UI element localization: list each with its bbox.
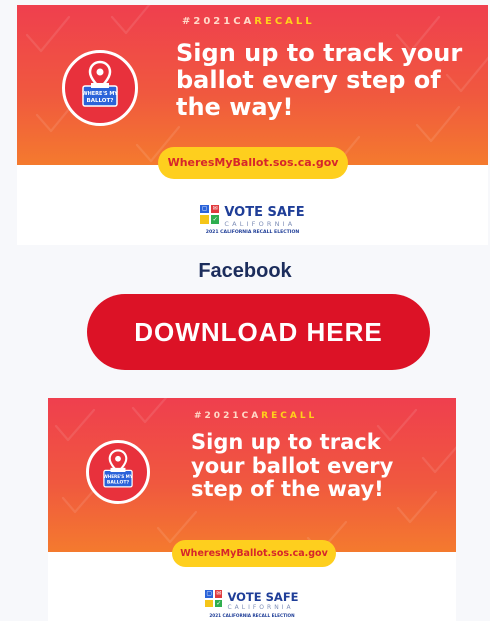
vote-safe-logo: ▢ ✉ ✓ VOTE SAFE CALIFORNIA 2021 CALIFORNI… — [48, 580, 456, 618]
logo-text-line-2: BALLOT? — [87, 98, 114, 104]
download-button[interactable]: DOWNLOAD HERE — [87, 294, 430, 370]
promo-banner-image: #2021CARECALL Sign up to track your ball… — [48, 398, 456, 621]
banner-headline: Sign up to track your ballot every step … — [176, 39, 463, 121]
website-url-pill: WheresMyBallot.sos.ca.gov — [172, 540, 336, 567]
logo-text-line-1: WHERE'S MY — [82, 91, 118, 97]
wheres-my-ballot-logo: WHERE'S MY BALLOT? — [86, 440, 150, 504]
vote-safe-title: VOTE SAFE — [227, 590, 299, 605]
ballot-box-location-icon: WHERE'S MY BALLOT? — [103, 449, 134, 488]
vote-safe-state: CALIFORNIA — [227, 604, 294, 612]
ballot-box-location-icon: WHERE'S MY BALLOT? — [82, 60, 118, 107]
hashtag: #2021CARECALL — [194, 411, 318, 421]
vote-safe-logo: ▢ ✉ ✓ VOTE SAFE CALIFORNIA 2021 CALIFORNI… — [17, 195, 488, 235]
vote-safe-subtitle: 2021 CALIFORNIA RECALL ELECTION — [205, 229, 300, 235]
vote-safe-subtitle: 2021 CALIFORNIA RECALL ELECTION — [209, 613, 295, 619]
banner-gradient-background: #2021CARECALL Sign up to track your ball… — [17, 5, 488, 165]
logo-text-line-1: WHERE'S MY — [103, 474, 134, 479]
website-url-pill: WheresMyBallot.sos.ca.gov — [158, 147, 348, 179]
promo-banner-image: #2021CARECALL Sign up to track your ball… — [17, 5, 488, 245]
logo-text-line-2: BALLOT? — [107, 480, 130, 486]
vote-safe-squares-icon: ▢ ✉ ✓ — [205, 590, 223, 608]
banner-headline: Sign up to track your ballot every step … — [191, 430, 394, 502]
wheres-my-ballot-logo: WHERE'S MY BALLOT? — [62, 50, 138, 126]
vote-safe-squares-icon: ▢ ✉ ✓ — [200, 204, 220, 224]
section-heading-facebook: Facebook — [198, 260, 292, 282]
vote-safe-title: VOTE SAFE — [224, 204, 305, 220]
hashtag: #2021CARECALL — [182, 16, 315, 27]
banner-gradient-background: #2021CARECALL Sign up to track your ball… — [48, 398, 456, 552]
vote-safe-state: CALIFORNIA — [224, 219, 296, 228]
